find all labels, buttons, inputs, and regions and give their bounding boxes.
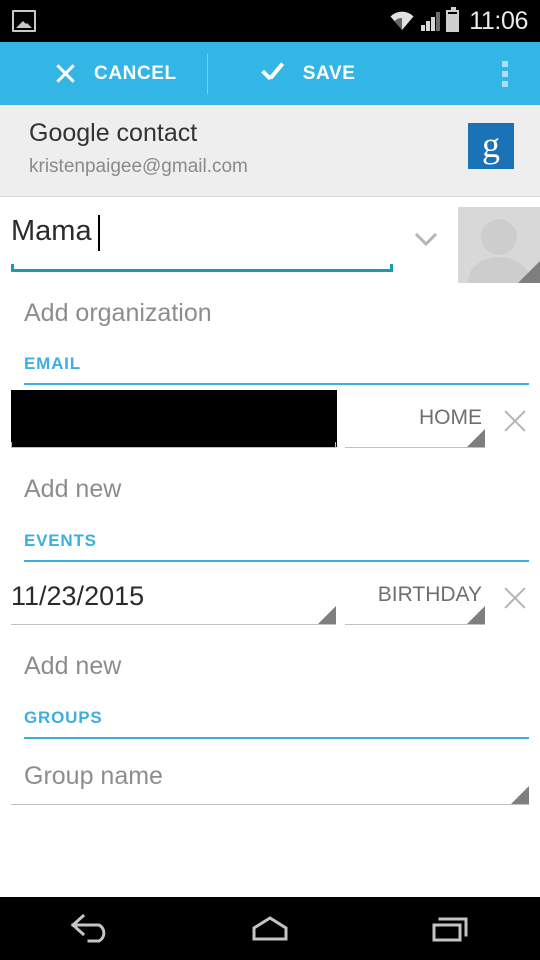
- home-icon[interactable]: [210, 897, 330, 960]
- chevron-down-icon[interactable]: [411, 230, 441, 250]
- text-cursor: [98, 215, 100, 251]
- signal-bars-icon: [421, 11, 441, 31]
- avatar-edit-corner-icon: [518, 261, 540, 283]
- contact-form: Add organization EMAIL HOME Add new EVEN…: [0, 197, 540, 897]
- navigation-bar: [0, 897, 540, 960]
- recent-apps-icon[interactable]: [390, 897, 510, 960]
- email-field-underline: [11, 442, 336, 448]
- status-bar-clock: 11:06: [469, 6, 528, 35]
- checkmark-icon: [260, 63, 286, 85]
- section-title-events: EVENTS: [24, 531, 97, 550]
- avatar-head-shape: [481, 219, 517, 255]
- event-type-underline: [345, 624, 485, 625]
- dropdown-corner-icon: [467, 429, 485, 447]
- name-input[interactable]: [11, 215, 393, 248]
- event-type-spinner[interactable]: BIRTHDAY: [345, 570, 485, 625]
- delete-event-button[interactable]: [498, 582, 532, 616]
- account-header[interactable]: Google contact kristenpaigee@gmail.com g: [0, 105, 540, 197]
- section-header-email: EMAIL: [0, 344, 540, 385]
- back-arrow-icon[interactable]: [30, 897, 150, 960]
- wifi-icon: [389, 11, 415, 31]
- cancel-button[interactable]: CANCEL: [0, 42, 177, 105]
- name-field-row: [0, 197, 540, 283]
- close-x-icon: [54, 62, 77, 85]
- contact-editor-screen: 11:06 CANCEL SAVE Google contact kristen…: [0, 0, 540, 960]
- photo-icon: [12, 10, 36, 32]
- group-name-spinner[interactable]: Group name: [11, 751, 529, 805]
- section-header-groups: GROUPS: [0, 698, 540, 739]
- battery-icon: [446, 7, 460, 32]
- dropdown-corner-icon: [318, 606, 336, 624]
- dropdown-corner-icon: [467, 606, 485, 624]
- event-date-spinner[interactable]: 11/23/2015: [11, 570, 336, 625]
- contact-avatar-placeholder[interactable]: [458, 207, 540, 283]
- save-button[interactable]: SAVE: [208, 42, 356, 105]
- email-type-underline: [345, 447, 485, 448]
- cancel-button-label: CANCEL: [94, 62, 177, 84]
- name-field-underline: [11, 264, 393, 272]
- status-bar-system-icons: 11:06: [389, 7, 540, 36]
- status-bar: 11:06: [0, 0, 540, 42]
- section-header-events: EVENTS: [0, 521, 540, 562]
- google-logo-icon: g: [468, 123, 514, 169]
- event-type-label: BIRTHDAY: [377, 583, 482, 606]
- add-new-email-button[interactable]: Add new: [0, 457, 540, 521]
- email-type-label: HOME: [419, 406, 482, 429]
- event-date-underline: [11, 624, 336, 625]
- add-new-event-button[interactable]: Add new: [0, 634, 540, 698]
- group-name-underline: [11, 804, 529, 805]
- section-title-email: EMAIL: [24, 354, 81, 373]
- overflow-menu-icon[interactable]: [478, 42, 532, 105]
- add-organization-field[interactable]: Add organization: [0, 282, 540, 344]
- action-bar: CANCEL SAVE: [0, 42, 540, 105]
- event-date-value: 11/23/2015: [11, 581, 145, 611]
- save-button-label: SAVE: [302, 62, 356, 84]
- section-title-groups: GROUPS: [24, 708, 103, 727]
- email-redaction-block: [11, 390, 337, 447]
- email-type-spinner[interactable]: HOME: [345, 393, 485, 448]
- email-field-row: HOME: [0, 385, 540, 457]
- dropdown-corner-icon: [511, 786, 529, 804]
- delete-email-button[interactable]: [498, 405, 532, 439]
- account-type-label: Google contact: [29, 119, 198, 147]
- account-email-label: kristenpaigee@gmail.com: [29, 156, 248, 177]
- status-bar-notifications: [0, 10, 389, 32]
- email-input[interactable]: [11, 390, 337, 448]
- event-field-row: 11/23/2015 BIRTHDAY: [0, 562, 540, 634]
- group-field-row: Group name: [0, 739, 540, 817]
- group-name-placeholder: Group name: [24, 762, 163, 790]
